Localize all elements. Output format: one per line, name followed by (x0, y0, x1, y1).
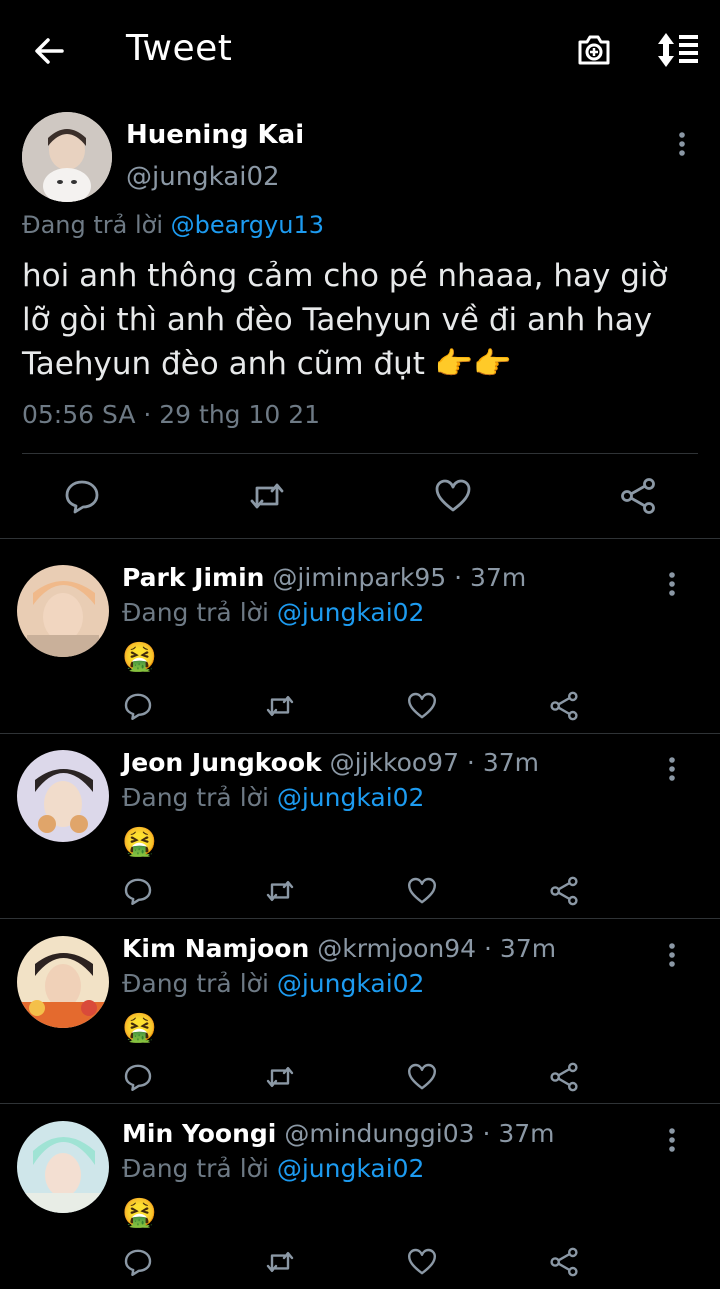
replying-prefix: Đang trả lời (122, 783, 269, 812)
reply-header: Kim Namjoon @krmjoon94 · 37m (122, 934, 556, 963)
avatar[interactable] (17, 936, 109, 1028)
divider (0, 538, 720, 539)
share-icon[interactable] (548, 1246, 580, 1278)
tweet-timestamp: 05:56 SA · 29 thg 10 21 (22, 400, 321, 429)
author-handle[interactable]: @mindunggi03 · 37m (284, 1119, 554, 1148)
retweet-icon[interactable] (264, 690, 296, 722)
reply-icon[interactable] (122, 1246, 154, 1278)
replying-to: Đang trả lời @jungkai02 (122, 1154, 424, 1183)
tweet-text: hoi anh thông cảm cho pé nhaaa, hay giờ … (22, 258, 668, 382)
reply-icon[interactable] (122, 875, 154, 907)
author-name[interactable]: Kim Namjoon (122, 934, 309, 963)
divider (22, 453, 698, 454)
author-name[interactable]: Min Yoongi (122, 1119, 276, 1148)
mention-link[interactable]: @beargyu13 (171, 211, 324, 239)
more-vertical-icon[interactable] (660, 755, 684, 783)
replying-prefix: Đang trả lời (22, 211, 164, 239)
retweet-icon[interactable] (264, 875, 296, 907)
camera-icon[interactable] (574, 30, 614, 70)
author-name[interactable]: Jeon Jungkook (122, 748, 322, 777)
replying-to: Đang trả lời @jungkai02 (122, 598, 424, 627)
avatar[interactable] (22, 112, 112, 202)
reply-header: Jeon Jungkook @jjkkoo97 · 37m (122, 748, 539, 777)
heart-icon[interactable] (406, 690, 438, 722)
reply-tweet[interactable]: Min Yoongi @mindunggi03 · 37m Đang trả l… (0, 1096, 720, 1281)
reply-icon[interactable] (62, 476, 102, 516)
reply-tweet[interactable]: Kim Namjoon @krmjoon94 · 37m Đang trả lờ… (0, 911, 720, 1096)
reply-text: 🤮 (122, 640, 157, 673)
reply-text: 🤮 (122, 825, 157, 858)
more-vertical-icon[interactable] (660, 941, 684, 969)
reply-text: 🤮 (122, 1196, 157, 1229)
mention-link[interactable]: @jungkai02 (277, 969, 425, 998)
replying-prefix: Đang trả lời (122, 598, 269, 627)
more-vertical-icon[interactable] (660, 1126, 684, 1154)
more-vertical-icon[interactable] (670, 130, 694, 158)
share-icon[interactable] (548, 875, 580, 907)
author-handle[interactable]: @jungkai02 (126, 162, 280, 192)
avatar[interactable] (17, 565, 109, 657)
reply-header: Min Yoongi @mindunggi03 · 37m (122, 1119, 555, 1148)
share-icon[interactable] (548, 690, 580, 722)
reply-header: Park Jimin @jiminpark95 · 37m (122, 563, 526, 592)
author-handle[interactable]: @krmjoon94 · 37m (317, 934, 556, 963)
heart-icon[interactable] (406, 1061, 438, 1093)
top-bar: Tweet (0, 0, 720, 100)
replying-to: Đang trả lời @beargyu13 (22, 211, 324, 239)
replying-prefix: Đang trả lời (122, 1154, 269, 1183)
replying-prefix: Đang trả lời (122, 969, 269, 998)
author-name[interactable]: Huening Kai (126, 120, 304, 150)
arrow-left-icon[interactable] (28, 30, 70, 72)
reply-icon[interactable] (122, 690, 154, 722)
retweet-icon[interactable] (264, 1061, 296, 1093)
heart-icon[interactable] (406, 875, 438, 907)
mention-link[interactable]: @jungkai02 (277, 783, 425, 812)
heart-icon[interactable] (406, 1246, 438, 1278)
reply-icon[interactable] (122, 1061, 154, 1093)
sort-icon[interactable] (654, 30, 700, 70)
reply-tweet[interactable]: Park Jimin @jiminpark95 · 37m Đang trả l… (0, 540, 720, 725)
replying-to: Đang trả lời @jungkai02 (122, 969, 424, 998)
author-handle[interactable]: @jiminpark95 · 37m (272, 563, 526, 592)
reply-tweet[interactable]: Jeon Jungkook @jjkkoo97 · 37m Đang trả l… (0, 725, 720, 910)
share-icon[interactable] (548, 1061, 580, 1093)
avatar[interactable] (17, 1121, 109, 1213)
retweet-icon[interactable] (264, 1246, 296, 1278)
retweet-icon[interactable] (247, 476, 287, 516)
mention-link[interactable]: @jungkai02 (277, 598, 425, 627)
mention-link[interactable]: @jungkai02 (277, 1154, 425, 1183)
more-vertical-icon[interactable] (660, 570, 684, 598)
share-icon[interactable] (618, 476, 658, 516)
heart-icon[interactable] (433, 476, 473, 516)
author-name[interactable]: Park Jimin (122, 563, 264, 592)
replying-to: Đang trả lời @jungkai02 (122, 783, 424, 812)
page-title: Tweet (126, 28, 233, 69)
avatar[interactable] (17, 750, 109, 842)
author-handle[interactable]: @jjkkoo97 · 37m (330, 748, 539, 777)
reply-text: 🤮 (122, 1011, 157, 1044)
